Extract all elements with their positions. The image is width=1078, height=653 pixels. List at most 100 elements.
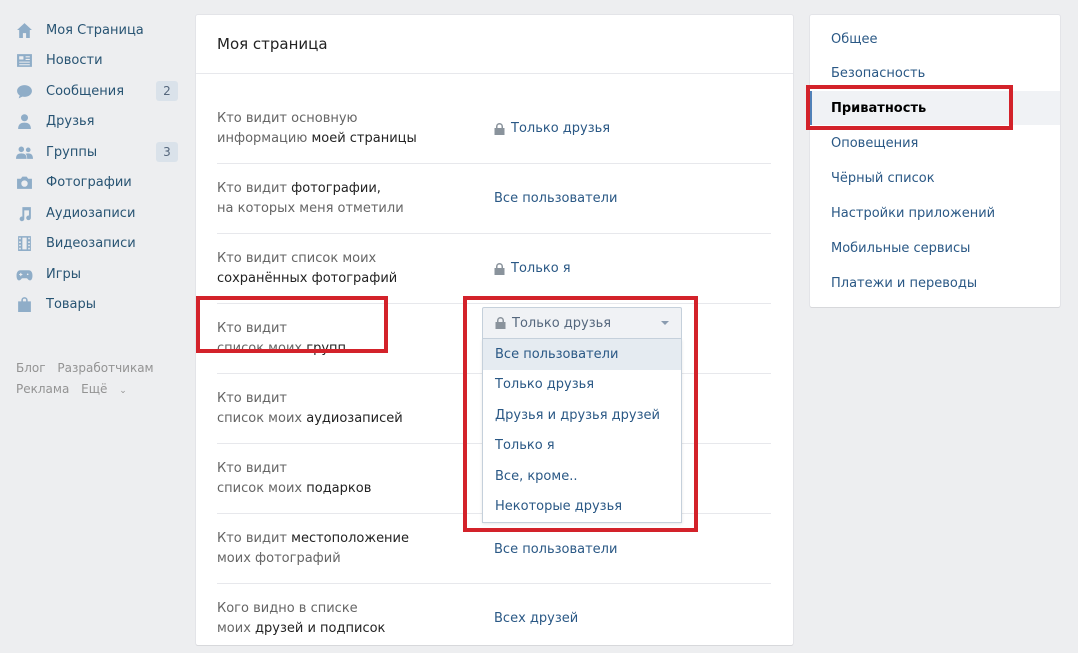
privacy-row-main-info: Кто видит основную информацию моей стран… [217, 94, 771, 164]
left-sidebar: Моя Страница Новости Сообщения 2 Друзья … [14, 15, 182, 320]
lock-icon [494, 122, 505, 135]
sidebar-item-label: Товары [46, 297, 97, 313]
sidebar-item-label: Игры [46, 266, 82, 282]
dropdown-option-only-me[interactable]: Только я [483, 431, 681, 462]
row-label-text: Кто видит [217, 320, 288, 336]
row-label-bold: фотографии, [291, 180, 381, 196]
sidebar-item-my-page[interactable]: Моя Страница [14, 15, 182, 46]
settings-menu-payments[interactable]: Платежи и переводы [810, 266, 1060, 300]
gamepad-icon [14, 264, 34, 284]
dropdown-option-friends-only[interactable]: Только друзья [483, 370, 681, 401]
row-label-bold: групп [306, 340, 347, 356]
sidebar-item-label: Аудиозаписи [46, 205, 136, 221]
sidebar-item-label: Сообщения [46, 83, 125, 99]
row-label-text: Кого видно в списке [217, 600, 358, 616]
row-label-bold: друзей и подписок [255, 620, 386, 636]
messages-icon [14, 81, 34, 101]
row-label: Кто видит фотографии, на которых меня от… [217, 164, 477, 233]
row-label-text: Кто видит [217, 180, 288, 196]
chevron-down-icon: ⌄ [119, 386, 127, 396]
sidebar-item-label: Фотографии [46, 175, 132, 191]
bag-icon [14, 295, 34, 315]
dropdown-option-all-users[interactable]: Все пользователи [483, 339, 681, 370]
sidebar-item-label: Моя Страница [46, 22, 144, 38]
settings-menu-notifications[interactable]: Оповещения [810, 126, 1060, 160]
footer-link-more[interactable]: Ещё ⌄ [81, 382, 135, 396]
row-label-text: Кто видит [217, 460, 288, 476]
privacy-value-dropdown[interactable]: Только друзья [494, 94, 610, 163]
privacy-value-dropdown[interactable]: Все пользователи [494, 514, 617, 583]
row-label-text: список моих [217, 340, 303, 356]
music-icon [14, 203, 34, 223]
settings-menu-app-settings[interactable]: Настройки приложений [810, 196, 1060, 230]
row-label-text: на которых меня отметили [217, 200, 404, 216]
friends-icon [14, 112, 34, 132]
dropdown-option-friends-of-friends[interactable]: Друзья и друзья друзей [483, 400, 681, 431]
groups-privacy-dropdown: Только друзья Все пользователи Только др… [482, 307, 682, 523]
lock-icon [495, 317, 506, 329]
dropdown-selected-label: Только друзья [512, 315, 612, 331]
camera-icon [14, 173, 34, 193]
settings-menu-mobile-services[interactable]: Мобильные сервисы [810, 231, 1060, 265]
sidebar-item-groups[interactable]: Группы 3 [14, 137, 182, 168]
privacy-value-label: Только я [511, 261, 571, 276]
dropdown-option-some-friends[interactable]: Некоторые друзья [483, 492, 681, 523]
privacy-value-dropdown[interactable]: Все пользователи [494, 164, 617, 233]
sidebar-item-video[interactable]: Видеозаписи [14, 229, 182, 260]
lock-icon [494, 262, 505, 275]
groups-count-badge: 3 [156, 142, 178, 162]
row-label: Кто видит список моих аудиозаписей [217, 374, 477, 443]
settings-menu-general[interactable]: Общее [810, 22, 1060, 56]
settings-menu-security[interactable]: Безопасность [810, 56, 1060, 90]
row-label-bold: подарков [306, 480, 372, 496]
sidebar-item-games[interactable]: Игры [14, 259, 182, 290]
row-label-text: Кто видит [217, 390, 288, 406]
privacy-row-photo-location: Кто видит местоположение моих фотографий… [217, 514, 771, 584]
footer-link-ads[interactable]: Реклама [16, 382, 69, 396]
row-label-text: Кто видит список моих [217, 250, 377, 266]
privacy-value-label: Все пользователи [494, 542, 618, 557]
film-icon [14, 234, 34, 254]
footer-link-blog[interactable]: Блог [16, 361, 46, 375]
sidebar-item-photos[interactable]: Фотографии [14, 168, 182, 199]
row-label-text: список моих [217, 480, 303, 496]
messages-count-badge: 2 [156, 81, 178, 101]
sidebar-footer: Блог Разработчикам Реклама Ещё ⌄ [16, 358, 186, 402]
row-label: Кто видит список моих сохранённых фотогр… [217, 234, 477, 303]
dropdown-options: Все пользователи Только друзья Друзья и … [482, 339, 682, 523]
sidebar-item-friends[interactable]: Друзья [14, 107, 182, 138]
row-label: Кто видит список моих подарков [217, 444, 477, 513]
row-label-bold: моей страницы [311, 130, 417, 146]
privacy-row-tagged-photos: Кто видит фотографии, на которых меня от… [217, 164, 771, 234]
footer-more-label: Ещё [81, 382, 108, 396]
row-label-text: информацию [217, 130, 308, 146]
sidebar-item-audio[interactable]: Аудиозаписи [14, 198, 182, 229]
settings-menu: Общее Безопасность Приватность Оповещени… [810, 15, 1060, 307]
sidebar-item-news[interactable]: Новости [14, 46, 182, 77]
dropdown-option-all-except[interactable]: Все, кроме.. [483, 461, 681, 492]
row-label-text: моих [217, 620, 251, 636]
row-label-bold: сохранённых фотографий [217, 270, 398, 286]
sidebar-item-label: Видеозаписи [46, 236, 136, 252]
page-title: Моя страница [196, 15, 793, 74]
sidebar-item-goods[interactable]: Товары [14, 290, 182, 321]
privacy-value-label: Все пользователи [494, 191, 618, 206]
row-label: Кто видит основную информацию моей стран… [217, 94, 477, 163]
sidebar-item-label: Новости [46, 53, 103, 69]
privacy-value-dropdown[interactable]: Только я [494, 234, 571, 303]
row-label-bold: местоположение [291, 530, 410, 546]
footer-link-developers[interactable]: Разработчикам [57, 361, 153, 375]
home-icon [14, 20, 34, 40]
sidebar-item-label: Друзья [46, 114, 95, 130]
row-label-text: Кто видит [217, 530, 288, 546]
privacy-value-label: Всех друзей [494, 611, 579, 626]
dropdown-current-value[interactable]: Только друзья [482, 307, 682, 339]
privacy-value-dropdown[interactable]: Всех друзей [494, 584, 578, 653]
sidebar-item-messages[interactable]: Сообщения 2 [14, 76, 182, 107]
settings-menu-blacklist[interactable]: Чёрный список [810, 161, 1060, 195]
row-label-bold: аудиозаписей [306, 410, 403, 426]
sidebar-item-label: Группы [46, 144, 98, 160]
row-label: Кто видит местоположение моих фотографий [217, 514, 477, 583]
settings-menu-privacy[interactable]: Приватность [810, 91, 1060, 125]
row-label: Кто видит список моих групп [217, 304, 477, 373]
